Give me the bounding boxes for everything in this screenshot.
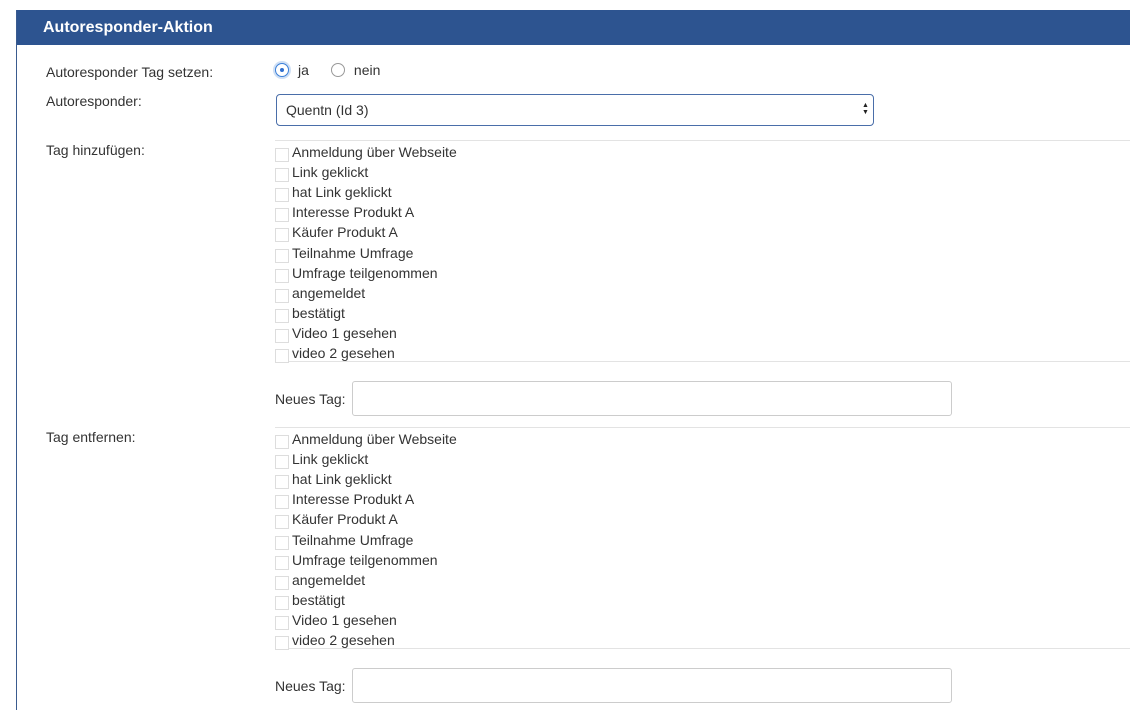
add-tag-item[interactable]: Umfrage teilgenommen [275, 263, 1130, 283]
add-tag-checkbox[interactable] [275, 288, 289, 303]
remove-tag-item[interactable]: Käufer Produkt A [275, 509, 1130, 530]
add-tag-checkbox[interactable] [275, 328, 289, 343]
remove-tag-item[interactable]: bestätigt [275, 590, 1130, 610]
remove-tag-checkbox[interactable] [275, 455, 289, 470]
add-tag-checkbox[interactable] [275, 228, 289, 243]
add-tag-checkbox[interactable] [275, 208, 289, 223]
add-tag-label: Tag hinzufügen: [46, 142, 145, 158]
set-tag-radio-group: ja nein [275, 62, 402, 78]
autoresponder-select[interactable]: Quentn (Id 3) ▲ ▼ [276, 94, 874, 126]
add-tag-item[interactable]: Anmeldung über Webseite [275, 142, 1130, 163]
remove-tag-checkbox[interactable] [275, 555, 289, 570]
tag-label: Umfrage teilgenommen [292, 551, 438, 568]
remove-tag-checkbox[interactable] [275, 475, 289, 490]
add-tag-checkbox[interactable] [275, 168, 289, 183]
tag-label: Interesse Produkt A [292, 204, 415, 221]
new-tag-label-add: Neues Tag: [275, 391, 346, 407]
remove-tag-item[interactable]: angemeldet [275, 570, 1130, 590]
add-tag-item[interactable]: Käufer Produkt A [275, 222, 1130, 243]
remove-tag-item[interactable]: Umfrage teilgenommen [275, 550, 1130, 570]
new-tag-label-remove: Neues Tag: [275, 678, 346, 694]
add-tag-checkbox[interactable] [275, 308, 289, 323]
tag-label: Interesse Produkt A [292, 491, 415, 508]
tag-label: Käufer Produkt A [292, 511, 398, 528]
remove-tag-checkbox[interactable] [275, 575, 289, 590]
tag-label: hat Link geklickt [292, 184, 392, 201]
tag-label: angemeldet [292, 284, 366, 301]
tag-label: bestätigt [292, 304, 345, 321]
remove-tag-checkbox[interactable] [275, 635, 289, 650]
tag-label: Umfrage teilgenommen [292, 264, 438, 281]
add-tag-item[interactable]: video 2 gesehen [275, 343, 1130, 363]
add-tag-checkbox[interactable] [275, 248, 289, 263]
remove-tag-checkbox[interactable] [275, 595, 289, 610]
set-tag-label: Autoresponder Tag setzen: [46, 64, 214, 80]
tag-label: bestätigt [292, 591, 345, 608]
remove-tag-item[interactable]: video 2 gesehen [275, 630, 1130, 650]
add-tag-checkbox[interactable] [275, 188, 289, 203]
remove-tag-item[interactable]: Teilnahme Umfrage [275, 529, 1130, 550]
tag-label: Link geklickt [292, 451, 369, 468]
new-tag-input-remove[interactable] [352, 668, 952, 703]
tag-label: video 2 gesehen [292, 631, 395, 648]
add-tag-checkbox[interactable] [275, 148, 289, 163]
add-tag-item[interactable]: bestätigt [275, 303, 1130, 323]
remove-tag-item[interactable]: Anmeldung über Webseite [275, 429, 1130, 450]
tag-label: Teilnahme Umfrage [292, 531, 414, 548]
remove-tag-item[interactable]: Link geklickt [275, 449, 1130, 470]
add-tag-item[interactable]: hat Link geklickt [275, 182, 1130, 203]
add-tag-item[interactable]: Teilnahme Umfrage [275, 242, 1130, 263]
tag-label: Käufer Produkt A [292, 224, 398, 241]
autoresponder-selected-value: Quentn (Id 3) [286, 102, 369, 118]
autoresponder-panel: Autoresponder-Aktion Autoresponder Tag s… [16, 10, 1130, 710]
radio-no[interactable] [330, 63, 345, 77]
autoresponder-label: Autoresponder: [46, 93, 142, 109]
remove-tag-checkbox[interactable] [275, 495, 289, 510]
remove-tag-list: Anmeldung über Webseite Link geklickt ha… [275, 427, 1130, 650]
panel-title: Autoresponder-Aktion [17, 10, 1130, 45]
tag-label: Video 1 gesehen [292, 324, 397, 341]
radio-yes[interactable] [275, 63, 289, 77]
radio-yes-label[interactable]: ja [298, 62, 309, 78]
remove-tag-item[interactable]: Video 1 gesehen [275, 610, 1130, 630]
up-down-arrows-icon: ▲ ▼ [862, 102, 869, 116]
add-tag-item[interactable]: Link geklickt [275, 162, 1130, 183]
tag-label: Anmeldung über Webseite [292, 144, 457, 161]
add-tag-item[interactable]: Interesse Produkt A [275, 202, 1130, 223]
radio-no-label[interactable]: nein [354, 62, 380, 78]
remove-tag-item[interactable]: hat Link geklickt [275, 469, 1130, 490]
add-tag-checkbox[interactable] [275, 268, 289, 283]
add-tag-checkbox[interactable] [275, 348, 289, 363]
remove-tag-checkbox[interactable] [275, 535, 289, 550]
tag-label: Video 1 gesehen [292, 611, 397, 628]
add-tag-item[interactable]: angemeldet [275, 283, 1130, 303]
tag-label: Anmeldung über Webseite [292, 431, 457, 448]
add-tag-list: Anmeldung über Webseite Link geklickt ha… [275, 140, 1130, 363]
remove-tag-checkbox[interactable] [275, 435, 289, 450]
tag-label: hat Link geklickt [292, 471, 392, 488]
tag-label: angemeldet [292, 571, 366, 588]
remove-tag-label: Tag entfernen: [46, 429, 136, 445]
tag-label: video 2 gesehen [292, 344, 395, 361]
tag-label: Link geklickt [292, 164, 369, 181]
remove-tag-item[interactable]: Interesse Produkt A [275, 489, 1130, 510]
new-tag-input-add[interactable] [352, 381, 952, 416]
add-tag-item[interactable]: Video 1 gesehen [275, 323, 1130, 343]
remove-tag-checkbox[interactable] [275, 615, 289, 630]
remove-tag-checkbox[interactable] [275, 515, 289, 530]
tag-label: Teilnahme Umfrage [292, 244, 414, 261]
